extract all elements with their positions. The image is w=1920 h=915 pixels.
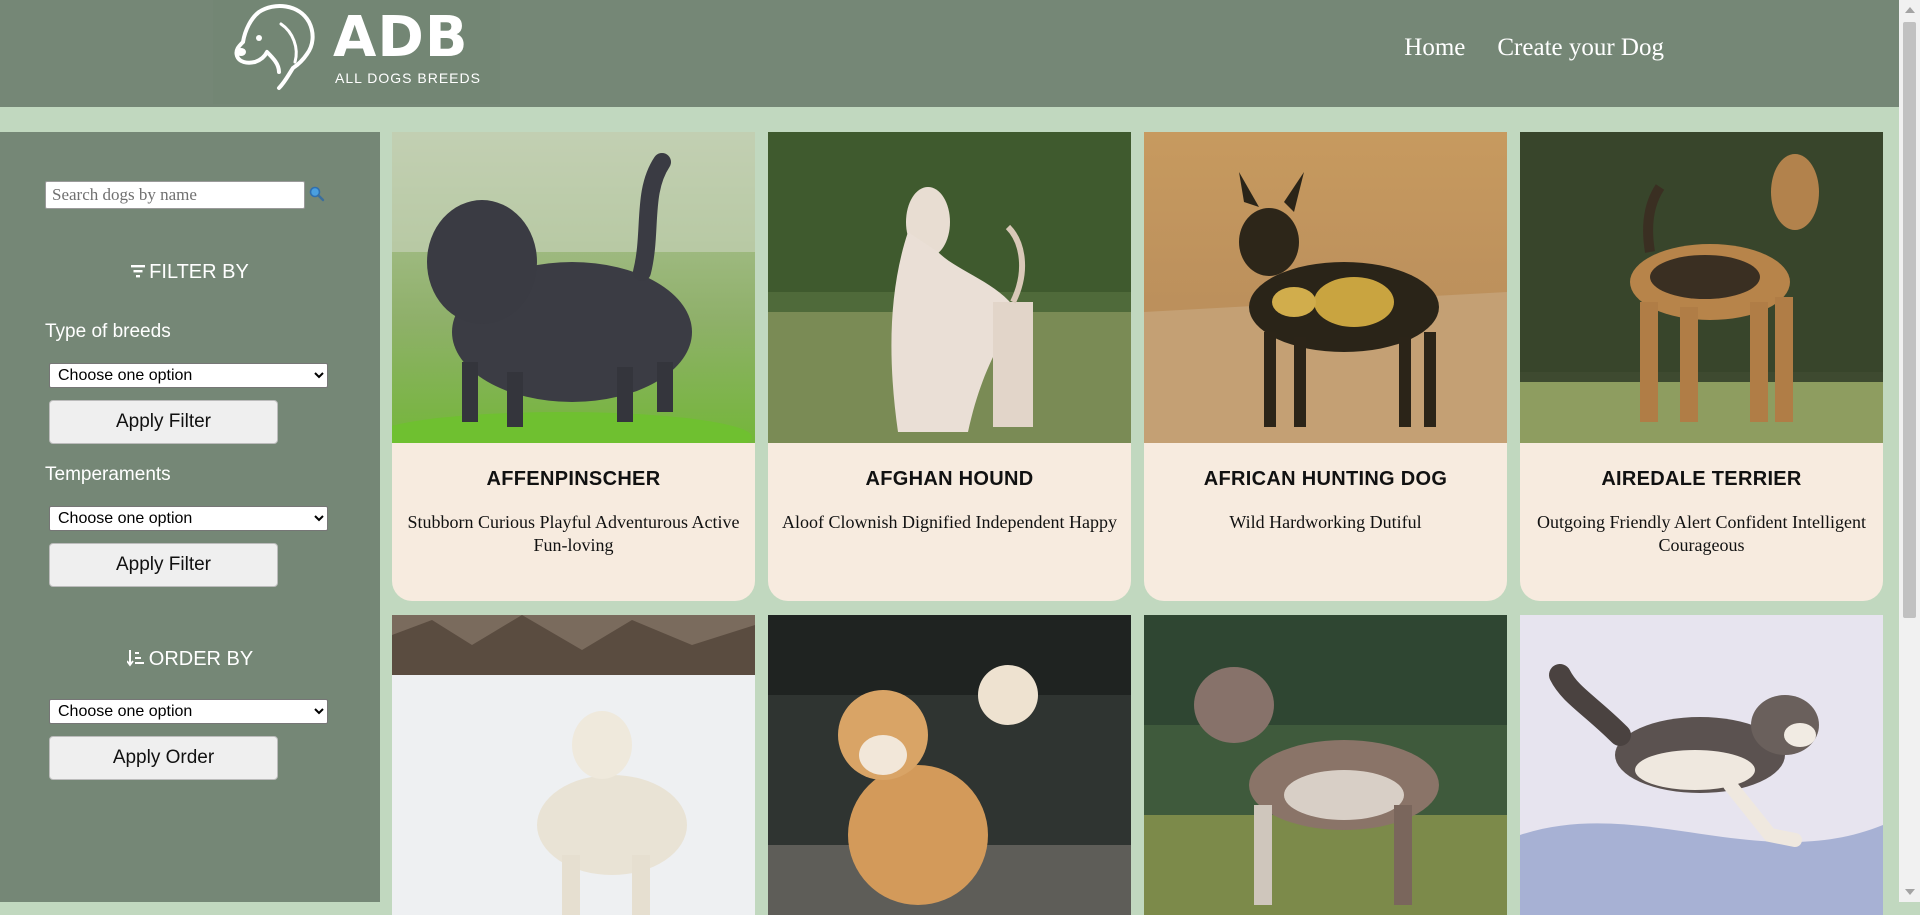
dog-name: AIREDALE TERRIER [1601,468,1802,490]
filter-by-heading: FILTER BY [0,261,380,284]
dog-temperament: Stubborn Curious Playful Adventurous Act… [407,512,740,555]
dog-photo [1144,615,1507,915]
dog-card[interactable] [392,615,755,915]
dog-card[interactable]: AFFENPINSCHER Stubborn Curious Playful A… [392,132,755,601]
dog-photo [768,132,1131,443]
search-input[interactable] [45,181,305,209]
search-bar [45,181,325,209]
dog-card[interactable] [1520,615,1883,915]
nav-home-link[interactable]: Home [1404,34,1465,62]
filter-icon [131,265,146,278]
dog-card[interactable]: AFGHAN HOUND Aloof Clownish Dignified In… [768,132,1131,601]
dog-name: AFFENPINSCHER [486,468,661,490]
nav-create-dog-link[interactable]: Create your Dog [1497,34,1664,62]
dog-photo [1520,615,1883,915]
dog-temperament: Outgoing Friendly Alert Confident Intell… [1537,512,1866,555]
apply-breed-filter-button[interactable]: Apply Filter [49,400,278,444]
order-by-heading: ORDER BY [0,648,380,671]
logo-subtitle: ALL DOGS BREEDS [335,70,481,86]
logo[interactable]: ADB ALL DOGS BREEDS [213,0,500,104]
dog-card[interactable]: AFRICAN HUNTING DOG Wild Hardworking Dut… [1144,132,1507,601]
search-icon[interactable] [308,185,326,203]
dog-photo [768,615,1131,915]
dog-photo [1144,132,1507,443]
dog-card[interactable]: AIREDALE TERRIER Outgoing Friendly Alert… [1520,132,1883,601]
sidebar: FILTER BY Type of breeds Choose one opti… [0,132,380,902]
dog-card[interactable] [1144,615,1507,915]
dog-name: AFRICAN HUNTING DOG [1203,468,1448,490]
dog-head-icon [234,4,315,90]
scroll-up-arrow-icon[interactable] [1905,7,1915,13]
dog-temperament: Wild Hardworking Dutiful [1229,512,1422,532]
dog-photo [1520,132,1883,443]
page-scrollbar[interactable] [1899,0,1920,902]
dog-temperament: Aloof Clownish Dignified Independent Hap… [782,512,1117,532]
scroll-thumb[interactable] [1903,22,1916,618]
dog-card[interactable] [768,615,1131,915]
dog-name: AFGHAN HOUND [865,468,1034,490]
order-select[interactable]: Choose one option [49,699,328,724]
apply-temperament-filter-button[interactable]: Apply Filter [49,543,278,587]
main-nav: Home Create your Dog [1404,34,1664,62]
sort-icon [126,650,144,667]
breeds-label: Type of breeds [45,321,171,342]
temperaments-label: Temperaments [45,464,171,485]
breeds-select[interactable]: Choose one option [49,363,328,388]
order-by-label: ORDER BY [148,648,254,670]
logo-text: ADB [333,5,469,70]
dog-photo [392,132,755,443]
temperaments-select[interactable]: Choose one option [49,506,328,531]
apply-order-button[interactable]: Apply Order [49,736,278,780]
filter-by-label: FILTER BY [149,261,249,283]
scroll-down-arrow-icon[interactable] [1905,889,1915,895]
dog-photo [392,615,755,915]
header: ADB ALL DOGS BREEDS Home Create your Dog [0,0,1899,107]
